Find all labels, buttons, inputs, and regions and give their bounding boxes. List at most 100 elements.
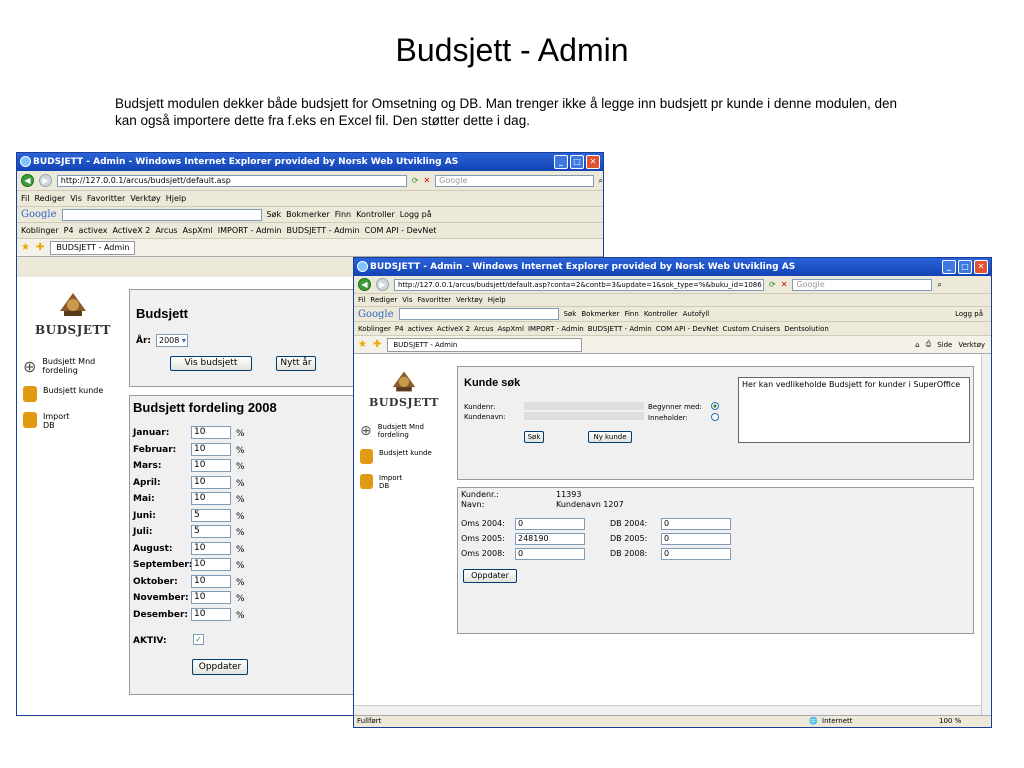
- menu-item[interactable]: Favoritter: [418, 296, 452, 304]
- search-icon[interactable]: ⌕: [599, 176, 603, 186]
- month-percent-input[interactable]: 10: [191, 541, 231, 555]
- search-input[interactable]: Google: [792, 278, 933, 291]
- year-select[interactable]: 2008 ▾: [156, 334, 188, 347]
- sidebar-item-budsjett-kunde[interactable]: Budsjett kunde: [354, 449, 454, 464]
- search-icon[interactable]: ⌕: [937, 280, 941, 290]
- sidebar-item-mnd-fordeling[interactable]: ⊕ Budsjett Mnd fordeling: [17, 357, 129, 376]
- sok-button[interactable]: Søk: [524, 431, 544, 443]
- menu-item[interactable]: Rediger: [370, 296, 397, 304]
- address-bar[interactable]: http://127.0.0.1/arcus/budsjett/default.…: [394, 278, 764, 291]
- google-search-input[interactable]: [398, 308, 559, 320]
- menu-item[interactable]: Vis: [402, 296, 412, 304]
- sidebar-item-budsjett-kunde[interactable]: Budsjett kunde: [17, 386, 129, 402]
- stop-icon[interactable]: ✕: [423, 176, 430, 185]
- close-button[interactable]: ✕: [974, 260, 988, 274]
- link-item[interactable]: IMPORT - Admin: [218, 226, 282, 235]
- link-item[interactable]: P4: [395, 325, 404, 333]
- link-item[interactable]: Custom Cruisers: [723, 325, 781, 333]
- maximize-button[interactable]: □: [958, 260, 972, 274]
- link-item[interactable]: IMPORT - Admin: [528, 325, 584, 333]
- oms-input[interactable]: 248190: [515, 533, 585, 545]
- toolbar-item[interactable]: Bokmerker: [286, 210, 330, 219]
- maximize-button[interactable]: □: [570, 155, 584, 169]
- link-item[interactable]: Arcus: [155, 226, 177, 235]
- toolbar-item[interactable]: Kontroller: [356, 210, 395, 219]
- toolbar-item[interactable]: Kontroller: [644, 310, 678, 318]
- month-percent-input[interactable]: 10: [191, 492, 231, 505]
- month-percent-input[interactable]: 10: [191, 607, 231, 621]
- month-percent-input[interactable]: 10: [191, 574, 231, 588]
- begynner-radio[interactable]: [711, 402, 719, 410]
- horizontal-scrollbar[interactable]: [354, 705, 981, 715]
- month-percent-input[interactable]: 10: [191, 426, 231, 439]
- ny-kunde-button[interactable]: Ny kunde: [588, 431, 632, 443]
- favorites-star-icon[interactable]: ★: [21, 242, 30, 253]
- toolbar-item[interactable]: Bokmerker: [581, 310, 619, 318]
- kundenavn-input[interactable]: [524, 412, 644, 420]
- toolbar-item[interactable]: Søk: [267, 210, 282, 219]
- sidebar-item-import-db[interactable]: Import DB: [17, 412, 129, 430]
- month-percent-input[interactable]: 10: [191, 558, 231, 571]
- link-item[interactable]: COM API - DevNet: [656, 325, 719, 333]
- refresh-icon[interactable]: ⟳: [769, 280, 776, 289]
- toolbar-item[interactable]: Finn: [624, 310, 638, 318]
- favorites-star-icon[interactable]: ★: [358, 339, 367, 350]
- sidebar-item-import-db[interactable]: Import DB: [354, 474, 454, 490]
- link-item[interactable]: AspXml: [183, 226, 213, 235]
- google-search-input[interactable]: [61, 208, 262, 221]
- link-item[interactable]: BUDSJETT - Admin: [287, 226, 360, 235]
- menu-item[interactable]: Hjelp: [488, 296, 506, 304]
- menu-item[interactable]: Fil: [358, 296, 365, 304]
- vertical-scrollbar[interactable]: [981, 354, 991, 715]
- add-favorite-icon[interactable]: ✚: [36, 242, 44, 253]
- window-titlebar[interactable]: BUDSJETT - Admin - Windows Internet Expl…: [354, 258, 991, 276]
- toolbar-item[interactable]: Logg på: [955, 310, 983, 318]
- tab-tool-side[interactable]: Side: [937, 341, 952, 349]
- oms-input[interactable]: 0: [515, 548, 585, 560]
- link-item[interactable]: AspXml: [498, 325, 524, 333]
- month-percent-input[interactable]: 10: [191, 475, 231, 489]
- close-button[interactable]: ✕: [586, 155, 600, 169]
- refresh-icon[interactable]: ⟳: [412, 176, 419, 185]
- link-item[interactable]: activex: [79, 226, 108, 235]
- month-percent-input[interactable]: 5: [191, 508, 231, 522]
- back-icon[interactable]: ◀: [21, 174, 34, 187]
- link-item[interactable]: activex: [408, 325, 433, 333]
- month-percent-input[interactable]: 5: [191, 525, 231, 538]
- toolbar-item[interactable]: Søk: [564, 310, 577, 318]
- address-bar[interactable]: http://127.0.0.1/arcus/budsjett/default.…: [56, 174, 407, 187]
- minimize-button[interactable]: _: [554, 155, 568, 169]
- menu-item[interactable]: Fil: [21, 194, 29, 203]
- toolbar-item[interactable]: Finn: [335, 210, 351, 219]
- kundenr-input[interactable]: [524, 402, 644, 410]
- link-item[interactable]: COM API - DevNet: [365, 226, 437, 235]
- month-percent-input[interactable]: 10: [191, 591, 231, 604]
- home-icon[interactable]: ⌂: [915, 341, 919, 349]
- stop-icon[interactable]: ✕: [781, 280, 788, 289]
- link-item[interactable]: BUDSJETT - Admin: [588, 325, 652, 333]
- status-zoom[interactable]: 100 %: [939, 716, 961, 727]
- menu-item[interactable]: Vis: [70, 194, 82, 203]
- month-percent-input[interactable]: 10: [191, 459, 231, 472]
- month-percent-input[interactable]: 10: [191, 442, 231, 456]
- toolbar-item[interactable]: Autofyll: [683, 310, 710, 318]
- vis-budsjett-button[interactable]: Vis budsjett: [170, 356, 252, 371]
- search-input[interactable]: Google: [435, 174, 594, 187]
- oppdater-button[interactable]: Oppdater: [463, 569, 517, 583]
- browser-tab[interactable]: BUDSJETT - Admin: [387, 337, 583, 352]
- link-item[interactable]: P4: [64, 226, 74, 235]
- menu-item[interactable]: Verktøy: [130, 194, 160, 203]
- aktiv-checkbox[interactable]: ✓: [193, 634, 204, 645]
- link-item[interactable]: ActiveX 2: [112, 226, 150, 235]
- oppdater-button[interactable]: Oppdater: [192, 659, 248, 675]
- oms-input[interactable]: 0: [515, 518, 585, 530]
- minimize-button[interactable]: _: [942, 260, 956, 274]
- link-item[interactable]: Dentsolution: [784, 325, 829, 333]
- menu-item[interactable]: Verktøy: [456, 296, 483, 304]
- window-titlebar[interactable]: BUDSJETT - Admin - Windows Internet Expl…: [17, 153, 603, 171]
- menu-item[interactable]: Rediger: [34, 194, 65, 203]
- menu-item[interactable]: Hjelp: [166, 194, 186, 203]
- back-icon[interactable]: ◀: [358, 278, 371, 291]
- toolbar-item[interactable]: Logg på: [400, 210, 432, 219]
- forward-icon[interactable]: ▶: [376, 278, 389, 291]
